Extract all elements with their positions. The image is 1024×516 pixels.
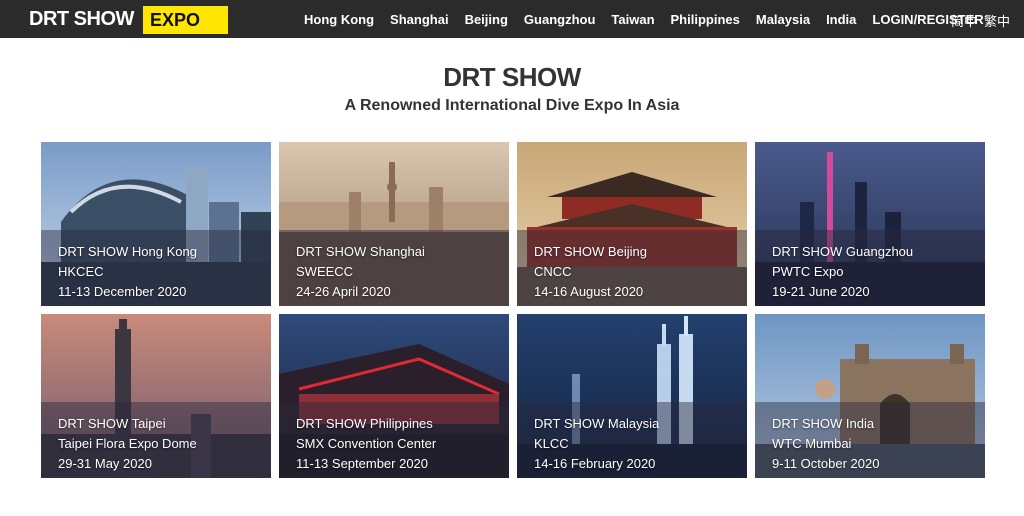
- card-dates: 14-16 February 2020: [534, 456, 656, 471]
- expo-card-malaysia[interactable]: DRT SHOW Malaysia KLCC 14-16 February 20…: [517, 314, 747, 478]
- brand-logo-text[interactable]: DRT SHOW: [29, 8, 134, 31]
- card-title: DRT SHOW India: [772, 416, 875, 431]
- card-venue: Taipei Flora Expo Dome: [58, 436, 197, 451]
- card-caption: DRT SHOW Malaysia KLCC 14-16 February 20…: [534, 414, 659, 474]
- nav-links: Hong Kong Shanghai Beijing Guangzhou Tai…: [296, 0, 992, 38]
- nav-link-beijing[interactable]: Beijing: [465, 12, 508, 27]
- card-caption: DRT SHOW Taipei Taipei Flora Expo Dome 2…: [58, 414, 197, 474]
- nav-link-guangzhou[interactable]: Guangzhou: [524, 12, 596, 27]
- lang-simplified-chinese[interactable]: 简中: [951, 11, 977, 30]
- card-venue: SMX Convention Center: [296, 436, 437, 451]
- card-caption: DRT SHOW Guangzhou PWTC Expo 19-21 June …: [772, 242, 913, 302]
- expo-card-taipei[interactable]: DRT SHOW Taipei Taipei Flora Expo Dome 2…: [41, 314, 271, 478]
- card-venue: CNCC: [534, 264, 572, 279]
- card-venue: WTC Mumbai: [772, 436, 852, 451]
- card-title: DRT SHOW Malaysia: [534, 416, 660, 431]
- top-navbar: DRT SHOW EXPO Hong Kong Shanghai Beijing…: [0, 0, 1024, 38]
- card-venue: HKCEC: [58, 264, 104, 279]
- card-title: DRT SHOW Taipei: [58, 416, 166, 431]
- card-title: DRT SHOW Philippines: [296, 416, 433, 431]
- nav-link-india[interactable]: India: [826, 12, 856, 27]
- page-subtitle: A Renowned International Dive Expo In As…: [344, 97, 680, 114]
- expo-card-philippines[interactable]: DRT SHOW Philippines SMX Convention Cent…: [279, 314, 509, 478]
- expo-card-beijing[interactable]: DRT SHOW Beijing CNCC 14-16 August 2020: [517, 142, 747, 306]
- card-title: DRT SHOW Beijing: [534, 244, 647, 259]
- card-venue: PWTC Expo: [772, 264, 844, 279]
- expo-card-hong-kong[interactable]: DRT SHOW Hong Kong HKCEC 11-13 December …: [41, 142, 271, 306]
- expo-card-shanghai[interactable]: DRT SHOW Shanghai SWEECC 24-26 April 202…: [279, 142, 509, 306]
- nav-link-shanghai[interactable]: Shanghai: [390, 12, 449, 27]
- expo-card-guangzhou[interactable]: DRT SHOW Guangzhou PWTC Expo 19-21 June …: [755, 142, 985, 306]
- card-dates: 11-13 December 2020: [58, 284, 187, 299]
- expo-card-india[interactable]: DRT SHOW India WTC Mumbai 9-11 October 2…: [755, 314, 985, 478]
- card-caption: DRT SHOW Hong Kong HKCEC 11-13 December …: [58, 242, 197, 302]
- card-dates: 29-31 May 2020: [58, 456, 152, 471]
- card-venue: SWEECC: [296, 264, 354, 279]
- card-dates: 24-26 April 2020: [296, 284, 391, 299]
- card-caption: DRT SHOW Shanghai SWEECC 24-26 April 202…: [296, 242, 425, 302]
- card-caption: DRT SHOW Beijing CNCC 14-16 August 2020: [534, 242, 647, 302]
- card-dates: 19-21 June 2020: [772, 284, 870, 299]
- card-title: DRT SHOW Hong Kong: [58, 244, 197, 259]
- card-caption: DRT SHOW India WTC Mumbai 9-11 October 2…: [772, 414, 879, 474]
- card-title: DRT SHOW Guangzhou: [772, 244, 914, 259]
- card-dates: 14-16 August 2020: [534, 284, 644, 299]
- card-venue: KLCC: [534, 436, 569, 451]
- lang-traditional-chinese[interactable]: 繁中: [984, 11, 1010, 30]
- page-title: DRT SHOW: [443, 62, 581, 92]
- card-title: DRT SHOW Shanghai: [296, 244, 425, 259]
- nav-link-taiwan[interactable]: Taiwan: [611, 12, 654, 27]
- nav-link-philippines[interactable]: Philippines: [671, 12, 740, 27]
- nav-link-hong-kong[interactable]: Hong Kong: [304, 12, 374, 27]
- nav-link-malaysia[interactable]: Malaysia: [756, 12, 810, 27]
- brand-logo-badge[interactable]: EXPO: [143, 6, 228, 34]
- card-dates: 9-11 October 2020: [772, 456, 880, 471]
- card-caption: DRT SHOW Philippines SMX Convention Cent…: [296, 414, 436, 474]
- card-dates: 11-13 September 2020: [296, 456, 429, 471]
